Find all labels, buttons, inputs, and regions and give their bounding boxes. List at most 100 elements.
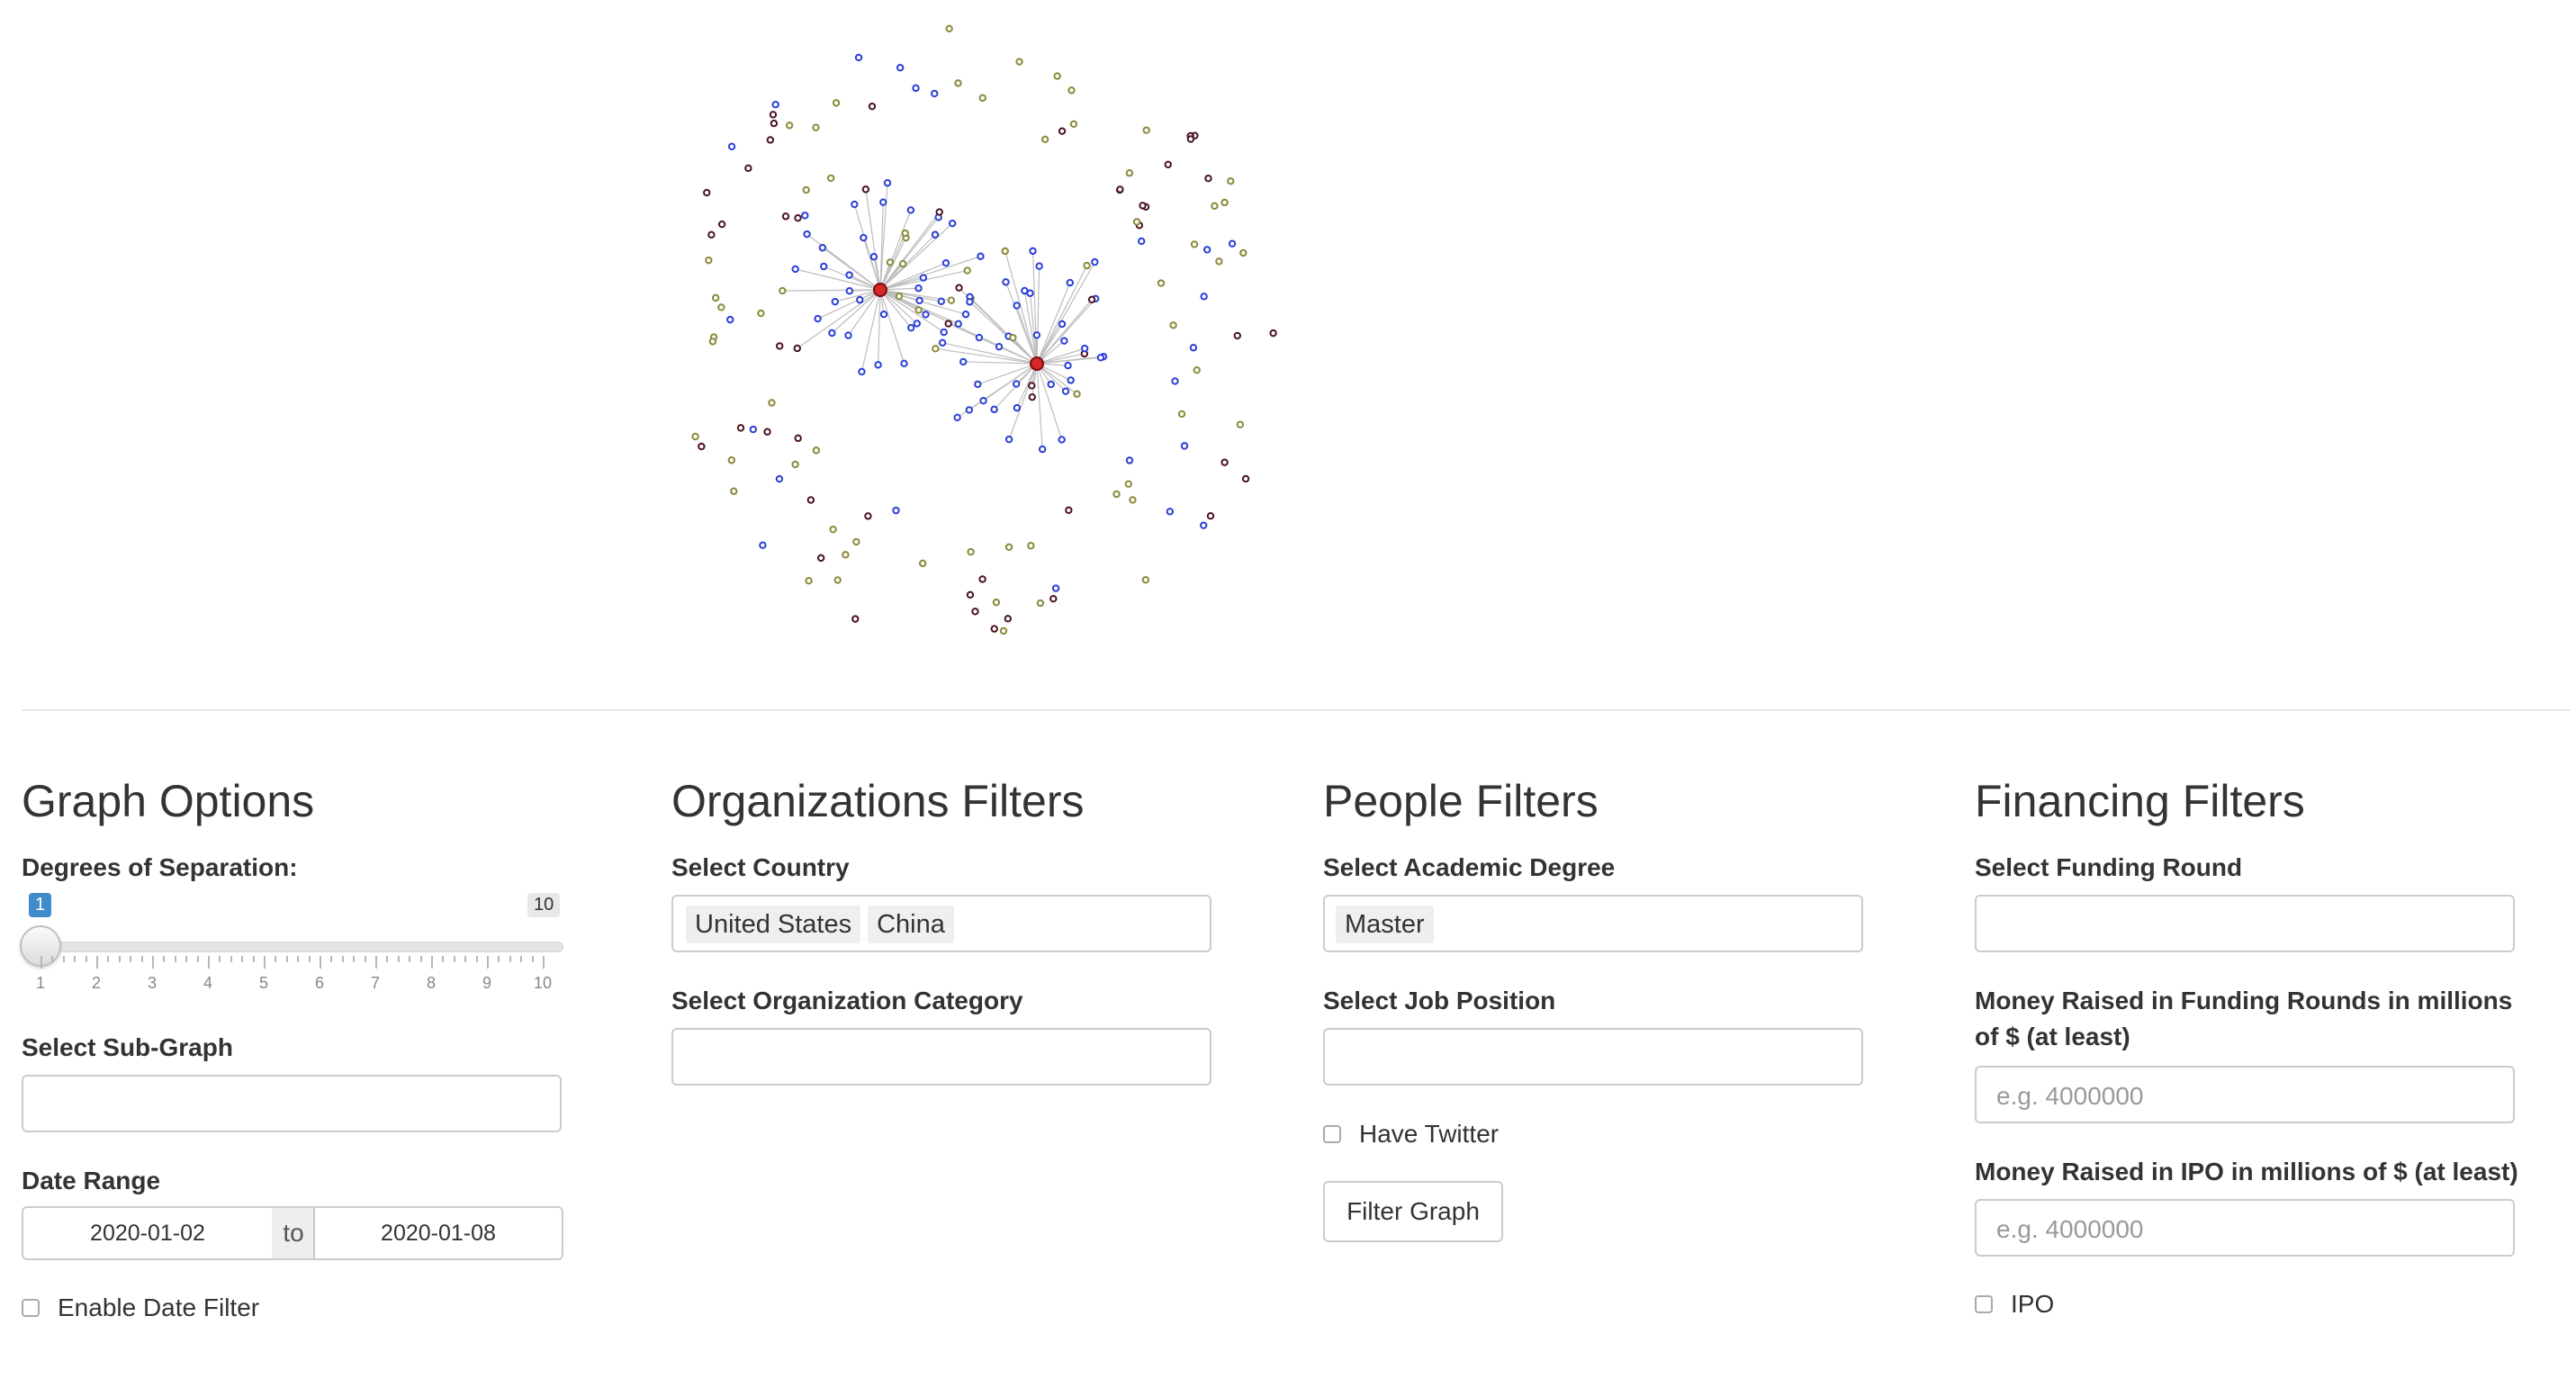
graph-node[interactable] (1204, 175, 1212, 183)
network-graph[interactable] (0, 0, 2576, 684)
network-graph-canvas[interactable] (0, 0, 2576, 684)
graph-node[interactable] (831, 297, 840, 306)
graph-node[interactable] (803, 230, 811, 239)
graph-node[interactable] (935, 208, 943, 216)
graph-node[interactable] (794, 434, 802, 443)
graph-node[interactable] (828, 329, 836, 338)
graph-node[interactable] (1171, 377, 1179, 385)
graph-node[interactable] (906, 206, 915, 214)
graph-node[interactable] (1169, 321, 1177, 329)
graph-node[interactable] (1058, 436, 1066, 444)
graph-node[interactable] (1004, 615, 1013, 623)
graph-node[interactable] (812, 123, 820, 131)
graph-node[interactable] (892, 506, 900, 515)
graph-node[interactable] (886, 258, 895, 266)
graph-node[interactable] (864, 512, 872, 520)
graph-node[interactable] (1061, 387, 1070, 395)
graph-node[interactable] (707, 230, 716, 239)
graph-node[interactable] (852, 537, 860, 546)
graph-node[interactable] (1004, 543, 1013, 551)
graph-node[interactable] (757, 309, 765, 318)
graph-node[interactable] (814, 314, 822, 323)
graph-node[interactable] (1200, 293, 1208, 301)
graph-node[interactable] (990, 405, 998, 414)
country-tag[interactable]: China (868, 906, 954, 943)
graph-node[interactable] (806, 496, 815, 504)
graph-node[interactable] (744, 164, 752, 173)
graph-node[interactable] (785, 122, 794, 130)
graph-node[interactable] (1001, 247, 1009, 256)
graph-node[interactable] (1009, 333, 1017, 342)
graph-node[interactable] (854, 53, 863, 62)
graph-node[interactable] (727, 142, 736, 151)
graph-node[interactable] (851, 200, 859, 209)
graph-node[interactable] (977, 252, 985, 260)
degree-tag[interactable]: Master (1336, 906, 1434, 943)
graph-node[interactable] (833, 576, 842, 584)
graph-node[interactable] (812, 446, 821, 455)
job-position-select[interactable] (1323, 1028, 1863, 1086)
graph-node[interactable] (1116, 185, 1124, 194)
graph-node[interactable] (895, 292, 904, 301)
graph-node[interactable] (819, 262, 828, 271)
graph-node[interactable] (861, 185, 870, 194)
graph-node[interactable] (954, 320, 962, 329)
graph-node[interactable] (770, 119, 779, 128)
graph-node[interactable] (856, 295, 864, 304)
graph-node[interactable] (801, 212, 809, 220)
graph-node[interactable] (766, 136, 775, 144)
graph-node[interactable] (1269, 329, 1277, 338)
graph-node[interactable] (1035, 262, 1043, 270)
degrees-slider-track[interactable] (20, 942, 563, 952)
graph-node[interactable] (945, 24, 953, 33)
graph-node[interactable] (1096, 354, 1105, 362)
graph-node[interactable] (726, 315, 734, 324)
graph-node[interactable] (1241, 474, 1250, 483)
graph-node[interactable] (938, 338, 947, 347)
graph-node[interactable] (1015, 58, 1023, 66)
graph-node[interactable] (711, 293, 720, 302)
country-tag[interactable]: United States (686, 906, 861, 943)
graph-node[interactable] (1132, 218, 1141, 226)
graph-node[interactable] (992, 598, 1001, 607)
graph-node[interactable] (947, 296, 956, 304)
graph-node[interactable] (832, 99, 841, 107)
graph-node[interactable] (1066, 278, 1075, 287)
graph-node[interactable] (1058, 320, 1067, 329)
graph-node[interactable] (896, 64, 905, 72)
graph-node[interactable] (860, 233, 868, 242)
graph-node[interactable] (691, 432, 699, 441)
graph-node[interactable] (1083, 261, 1091, 270)
graph-node[interactable] (944, 320, 952, 328)
subgraph-select[interactable] (22, 1075, 562, 1132)
graph-node[interactable] (966, 298, 974, 306)
graph-node[interactable] (1004, 435, 1013, 444)
graph-node[interactable] (1239, 248, 1247, 257)
graph-node[interactable] (1189, 344, 1198, 352)
graph-node[interactable] (791, 265, 799, 274)
graph-node[interactable] (708, 338, 717, 346)
graph-node[interactable] (941, 258, 950, 267)
date-to-input[interactable]: 2020-01-08 (313, 1206, 563, 1260)
graph-node[interactable] (1206, 512, 1215, 520)
graph-node[interactable] (898, 259, 907, 268)
graph-node[interactable] (1125, 456, 1134, 464)
money-rounds-input[interactable]: e.g. 4000000 (1975, 1066, 2515, 1123)
graph-node[interactable] (1236, 420, 1245, 428)
graph-node[interactable] (915, 296, 923, 305)
graph-node[interactable] (775, 474, 784, 483)
graph-node[interactable] (793, 344, 801, 353)
graph-node[interactable] (1047, 380, 1055, 389)
graph-node[interactable] (900, 359, 908, 368)
graph-node[interactable] (1233, 331, 1241, 340)
graph-node[interactable] (1064, 361, 1072, 370)
graph-node[interactable] (698, 442, 706, 451)
graph-node[interactable] (1080, 344, 1089, 353)
graph-node[interactable] (703, 188, 711, 197)
graph-node[interactable] (1027, 542, 1035, 550)
graph-node[interactable] (979, 396, 987, 405)
graph-node[interactable] (931, 230, 940, 239)
graph-node[interactable] (1013, 302, 1021, 310)
graph-node[interactable] (868, 102, 877, 111)
graph-node[interactable] (1067, 86, 1076, 95)
